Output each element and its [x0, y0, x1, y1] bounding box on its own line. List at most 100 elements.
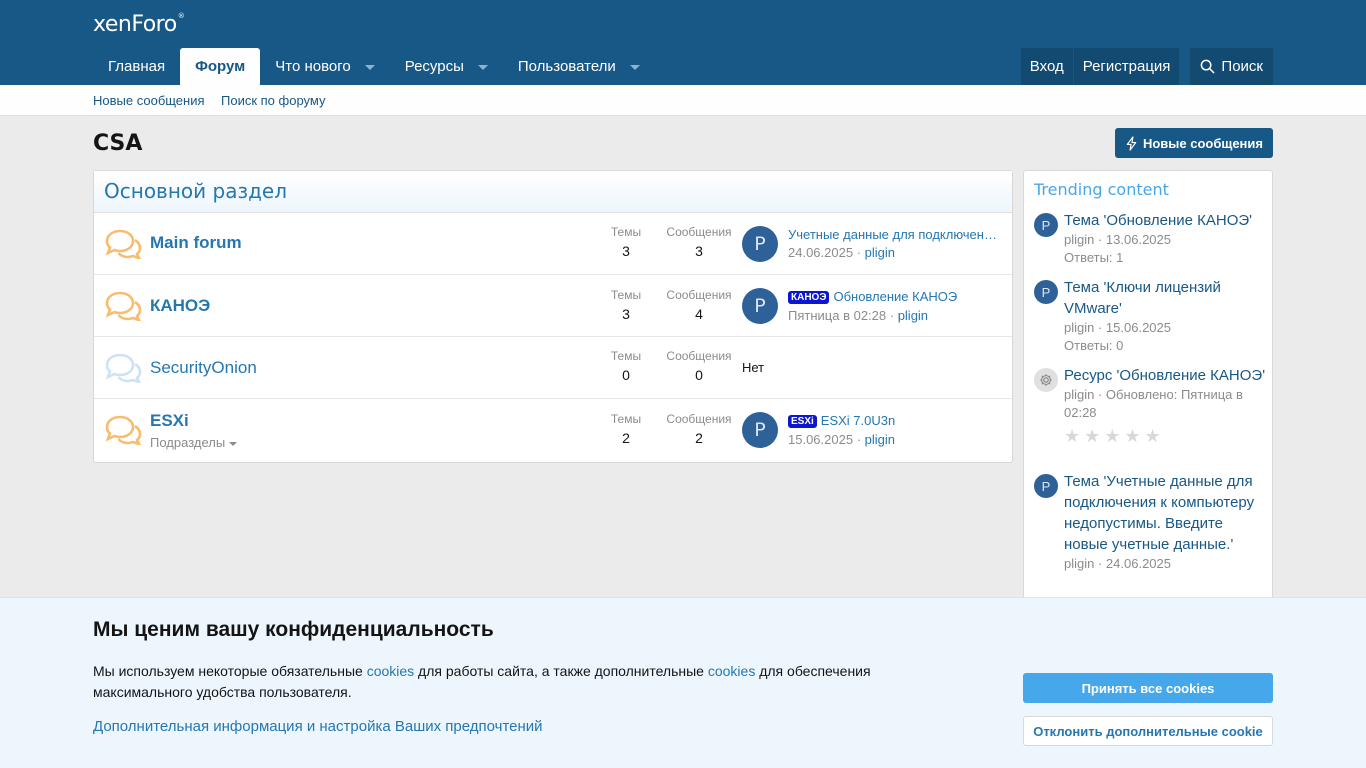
- avatar[interactable]: P: [1034, 280, 1058, 304]
- trending-item-replies: Ответы: 1: [1064, 250, 1124, 265]
- rating-stars: ★★★★★: [1064, 426, 1165, 446]
- last-post-title: ESXi 7.0U3n: [820, 413, 896, 428]
- trending-item: P Тема 'Ключи лицензий VMware' pligin · …: [1034, 277, 1266, 355]
- trending-item-date: 24.06.2025: [1105, 556, 1171, 571]
- trending-item-title[interactable]: Тема 'Ключи лицензий VMware': [1064, 277, 1266, 319]
- avatar[interactable]: P: [742, 288, 778, 324]
- trending-item-replies: Ответы: 0: [1064, 338, 1124, 353]
- trending-item-title[interactable]: Ресурс 'Обновление КАНОЭ': [1064, 365, 1266, 386]
- cookie-consent-banner: Мы ценим вашу конфиденциальность Мы испо…: [0, 597, 1366, 768]
- stat-value: 4: [695, 306, 703, 322]
- stat-label: Сообщения: [666, 349, 732, 363]
- search-icon: [1201, 59, 1216, 74]
- stat-value: 3: [622, 243, 630, 259]
- node-title-main-forum[interactable]: Main forum: [150, 233, 242, 253]
- last-post-title: Обновление КАНОЭ: [833, 289, 958, 304]
- forum-unread-icon: [105, 291, 142, 321]
- stat-value: 0: [695, 367, 703, 383]
- nav-tab-resources[interactable]: Ресурсы: [390, 48, 503, 85]
- nav-tab-members[interactable]: Пользователи: [503, 48, 655, 85]
- node-title-esxi[interactable]: ESXi: [150, 411, 189, 431]
- trending-item-date: 13.06.2025: [1105, 232, 1171, 247]
- trending-item-meta: pligin · 24.06.2025: [1064, 556, 1171, 571]
- main-nav: Главная Форум Что нового Ресурсы Пользов…: [93, 48, 655, 85]
- sidebar-title[interactable]: Trending content: [1024, 171, 1272, 199]
- login-label: Вход: [1029, 58, 1064, 75]
- node-stat-threads: Темы 2: [604, 412, 648, 446]
- search-label: Поиск: [1221, 58, 1263, 75]
- stat-value: 2: [695, 430, 703, 446]
- site-header: xenForo® Главная Форум Что нового Ресурс…: [0, 0, 1366, 85]
- forum-unread-icon: [105, 415, 142, 445]
- last-post-user[interactable]: pligin: [898, 308, 928, 323]
- stat-label: Сообщения: [666, 225, 732, 239]
- stat-value: 3: [695, 243, 703, 259]
- forum-node: КАНОЭ Темы 3 Сообщения 4 P КАНОЭ Обновление…: [94, 275, 1012, 337]
- node-title-kanoe[interactable]: КАНОЭ: [150, 296, 210, 316]
- nav-tab-forum[interactable]: Форум: [180, 48, 261, 85]
- cookie-text: Мы используем некоторые обязательные coo…: [93, 661, 973, 703]
- trending-item: Ресурс 'Обновление КАНОЭ' pligin · Обнов…: [1034, 365, 1266, 447]
- last-post-user[interactable]: pligin: [865, 432, 895, 447]
- avatar[interactable]: P: [742, 412, 778, 448]
- prefix-label: КАНОЭ: [788, 291, 830, 304]
- new-posts-button[interactable]: Новые сообщения: [1114, 128, 1273, 158]
- category-title[interactable]: Основной раздел: [94, 171, 1012, 213]
- avatar[interactable]: P: [742, 226, 778, 262]
- trending-item-title[interactable]: Тема 'Учетные данные для подключения к к…: [1064, 471, 1266, 555]
- search-button[interactable]: Поиск: [1189, 48, 1273, 85]
- cookies-link[interactable]: cookies: [367, 663, 414, 679]
- chevron-down-icon[interactable]: [629, 65, 640, 70]
- cookie-preferences-link[interactable]: Дополнительная информация и настройка Ва…: [93, 718, 543, 735]
- stat-label: Темы: [610, 349, 642, 363]
- avatar[interactable]: P: [1034, 213, 1058, 237]
- nav-tab-whats-new[interactable]: Что нового: [260, 48, 389, 85]
- nav-tab-home[interactable]: Главная: [93, 48, 180, 85]
- subnav-new-posts[interactable]: Новые сообщения: [93, 93, 205, 108]
- node-stat-threads: Темы 3: [604, 225, 648, 259]
- trending-item: P Тема 'Учетные данные для подключения к…: [1034, 471, 1266, 573]
- trending-item-user[interactable]: pligin: [1064, 320, 1094, 335]
- nav-tab-home-label: Главная: [108, 58, 166, 75]
- last-post-meta: Пятница в 02:28 · pligin: [788, 308, 929, 323]
- site-logo[interactable]: xenForo®: [93, 12, 185, 37]
- last-post-title-wrap[interactable]: ESXi ESXi 7.0U3n: [788, 413, 895, 428]
- last-post-title-wrap[interactable]: КАНОЭ Обновление КАНОЭ: [788, 289, 957, 304]
- stat-label: Темы: [610, 412, 642, 426]
- stat-value: 3: [622, 306, 630, 322]
- forum-read-icon: [105, 353, 142, 383]
- cookies-link[interactable]: cookies: [708, 663, 755, 679]
- user-nav: Вход Регистрация Поиск: [1020, 48, 1273, 85]
- cookie-text-part: Мы используем некоторые обязательные: [93, 663, 367, 679]
- last-post-user[interactable]: pligin: [865, 245, 895, 260]
- new-posts-button-label: Новые сообщения: [1142, 135, 1263, 151]
- trending-item-user[interactable]: pligin: [1064, 387, 1094, 402]
- page-title: CSA: [93, 131, 143, 156]
- trending-item-meta: pligin · 15.06.2025: [1064, 320, 1171, 335]
- node-title-securityonion[interactable]: SecurityOnion: [150, 358, 257, 378]
- trending-sidebar: Trending content P Тема 'Обновление КАНО…: [1023, 170, 1273, 610]
- accept-cookies-button[interactable]: Принять все cookies: [1023, 673, 1273, 703]
- trending-item-user[interactable]: pligin: [1064, 232, 1094, 247]
- stat-label: Темы: [610, 225, 642, 239]
- reject-cookies-button[interactable]: Отклонить дополнительные cookie: [1023, 716, 1273, 746]
- chevron-down-icon[interactable]: [364, 65, 375, 70]
- trending-item-user[interactable]: pligin: [1064, 556, 1094, 571]
- no-last-post: Нет: [742, 360, 765, 375]
- trending-item-title[interactable]: Тема 'Обновление КАНОЭ': [1064, 210, 1266, 231]
- chevron-down-icon: [229, 441, 238, 446]
- subforums-label: Подразделы: [150, 435, 226, 450]
- gear-icon[interactable]: [1034, 368, 1058, 392]
- stat-value: 0: [622, 367, 630, 383]
- login-button[interactable]: Вход: [1020, 48, 1073, 85]
- register-label: Регистрация: [1082, 58, 1171, 75]
- chevron-down-icon[interactable]: [477, 65, 488, 70]
- last-post-title[interactable]: Учетные данные для подключения к компьют…: [788, 227, 1000, 242]
- last-post-date: 15.06.2025: [788, 432, 854, 447]
- avatar[interactable]: P: [1034, 474, 1058, 498]
- forum-node: SecurityOnion Темы 0 Сообщения 0 Нет: [94, 337, 1012, 399]
- register-button[interactable]: Регистрация: [1072, 48, 1180, 85]
- subforums-toggle[interactable]: Подразделы: [150, 435, 238, 450]
- sub-nav: Новые сообщения Поиск по форуму: [0, 85, 1366, 116]
- subnav-search-forum[interactable]: Поиск по форуму: [221, 93, 325, 108]
